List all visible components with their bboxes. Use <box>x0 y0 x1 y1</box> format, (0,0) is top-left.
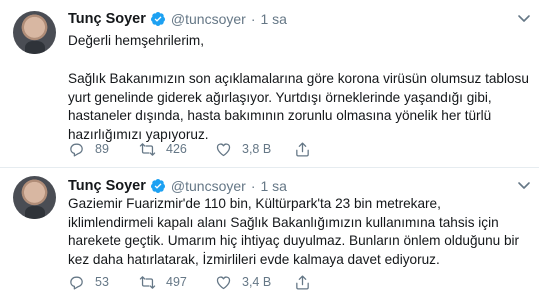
author-handle[interactable]: @tuncsoyer <box>171 178 246 194</box>
verified-badge-icon <box>150 12 165 26</box>
heart-icon <box>216 276 231 289</box>
retweet-count: 426 <box>166 142 187 156</box>
reply-icon <box>70 276 83 290</box>
reply-button[interactable]: 53 <box>68 274 139 291</box>
timestamp[interactable]: 1 sa <box>260 11 286 27</box>
like-button[interactable]: 3,4 B <box>215 274 294 291</box>
reply-count: 53 <box>95 275 109 289</box>
tweet-text-line: Sağlık Bakanımızın son açıklamalarına gö… <box>68 71 529 86</box>
retweet-count: 497 <box>166 275 187 289</box>
tweet-actions: 89 426 3,8 B <box>68 139 468 159</box>
reply-icon <box>70 143 83 157</box>
avatar[interactable] <box>13 11 56 54</box>
retweet-button[interactable]: 497 <box>139 274 215 291</box>
author-name[interactable]: Tunç Soyer <box>68 11 146 27</box>
like-count: 3,8 B <box>242 142 272 156</box>
tweet-text-line: Gaziemir Fuarizmir'de 110 bin, Kültürpar… <box>68 196 441 211</box>
tweet-text-line: kez daha hatırlatarak, İzmirlileri evde … <box>68 251 440 267</box>
tweet-actions: 53 497 3,4 B <box>68 272 468 292</box>
tweet-text: Gaziemir Fuarizmir'de 110 bin, Kültürpar… <box>68 195 530 269</box>
chevron-down-icon[interactable] <box>517 14 531 24</box>
tweet[interactable]: Tunç Soyer @tuncsoyer · 1 sa Gaziemir Fu… <box>0 168 539 304</box>
tweet-header: Tunç Soyer @tuncsoyer · 1 sa <box>68 176 287 196</box>
separator-dot: · <box>250 11 256 27</box>
reply-count: 89 <box>95 142 109 156</box>
like-count: 3,4 B <box>242 275 272 289</box>
tweet-text-line: harekete geçtik. Umarım hiç ihtiyaç duyu… <box>68 233 520 248</box>
author-handle[interactable]: @tuncsoyer <box>171 11 246 27</box>
retweet-button[interactable]: 426 <box>139 141 215 158</box>
share-button[interactable] <box>294 141 314 158</box>
verified-badge-icon <box>150 179 165 193</box>
avatar[interactable] <box>13 176 56 219</box>
chevron-down-icon[interactable] <box>517 181 531 191</box>
tweet[interactable]: Tunç Soyer @tuncsoyer · 1 sa Değerli hem… <box>0 0 539 168</box>
retweet-icon <box>139 142 156 156</box>
retweet-icon <box>139 275 156 289</box>
separator-dot: · <box>250 178 256 194</box>
tweet-text-line: hastaneler dışında, hasta bakımının zoru… <box>68 108 492 123</box>
share-icon <box>296 274 309 290</box>
share-button[interactable] <box>294 274 314 291</box>
timestamp[interactable]: 1 sa <box>260 178 286 194</box>
author-name[interactable]: Tunç Soyer <box>68 178 146 194</box>
tweet-text-line: iklimlendirmeli kapalı alanı Sağlık Baka… <box>68 214 499 230</box>
tweet-greeting: Değerli hemşehrilerim, <box>68 33 204 48</box>
heart-icon <box>216 143 231 156</box>
tweet-text-line: yurt genelinde giderek ağırlaşıyor. Yurt… <box>68 89 492 105</box>
reply-button[interactable]: 89 <box>68 141 139 158</box>
share-icon <box>296 141 309 157</box>
tweet-text: Sağlık Bakanımızın son açıklamalarına gö… <box>68 70 530 144</box>
like-button[interactable]: 3,8 B <box>215 141 294 158</box>
tweet-header: Tunç Soyer @tuncsoyer · 1 sa <box>68 9 287 29</box>
